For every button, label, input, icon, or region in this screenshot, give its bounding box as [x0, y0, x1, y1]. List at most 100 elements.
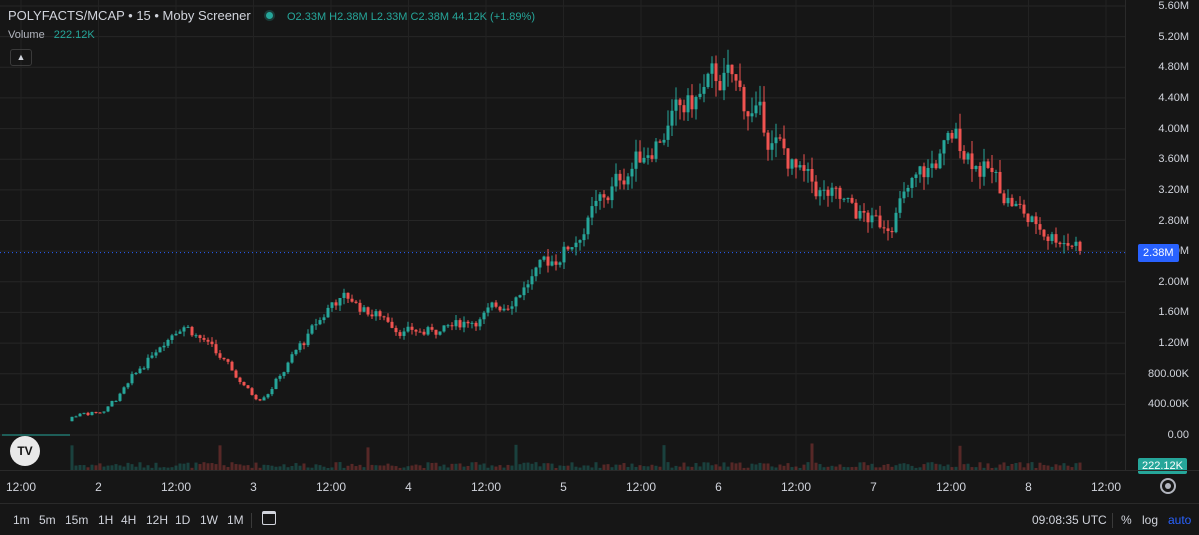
- candle: [266, 393, 270, 399]
- volume-bar: [702, 462, 706, 470]
- timeframe-button[interactable]: 12H: [146, 513, 168, 527]
- candle: [378, 309, 382, 320]
- timeframe-button[interactable]: 1D: [175, 513, 190, 527]
- utc-clock[interactable]: 09:08:35 UTC: [1032, 513, 1107, 527]
- candle: [82, 412, 86, 415]
- timeframe-button[interactable]: 5m: [39, 513, 56, 527]
- time-tick-label: 3: [250, 480, 257, 494]
- candle: [170, 333, 174, 344]
- volume-legend: Volume 222.12K: [8, 29, 95, 41]
- candle: [838, 185, 842, 209]
- candle: [754, 91, 758, 118]
- time-tick-label: 12:00: [315, 480, 347, 494]
- chart-pane[interactable]: POLYFACTS/MCAP • 15 • Moby Screener O2.3…: [0, 0, 1125, 470]
- candle: [910, 176, 914, 198]
- timeframe-button[interactable]: 4H: [121, 513, 136, 527]
- candle: [362, 304, 366, 313]
- candle: [778, 134, 782, 141]
- candle: [554, 254, 558, 271]
- candle: [722, 58, 726, 101]
- log-toggle[interactable]: log: [1142, 513, 1158, 527]
- timeframe-button[interactable]: 15m: [65, 513, 88, 527]
- candle: [422, 329, 426, 336]
- candle: [842, 197, 846, 203]
- candle: [734, 74, 738, 91]
- candle: [438, 331, 442, 336]
- candle: [202, 334, 206, 343]
- volume-label[interactable]: Volume: [8, 29, 45, 41]
- candle: [114, 400, 118, 403]
- gear-icon[interactable]: [1160, 478, 1176, 494]
- candle: [166, 338, 170, 348]
- candle: [970, 141, 974, 182]
- volume-bar: [858, 462, 862, 470]
- candle: [1006, 189, 1010, 207]
- candle: [286, 361, 290, 374]
- candle: [922, 162, 926, 190]
- candle: [658, 139, 662, 144]
- candle: [254, 394, 258, 401]
- candle: [230, 360, 234, 371]
- timeframe-button[interactable]: 1M: [227, 513, 244, 527]
- candle: [350, 294, 354, 303]
- percent-toggle[interactable]: %: [1121, 513, 1132, 527]
- candle: [122, 386, 126, 395]
- volume-bar: [722, 462, 726, 470]
- candle: [190, 325, 194, 337]
- volume-bar: [930, 462, 934, 470]
- candle: [726, 49, 730, 87]
- volume-bar: [978, 462, 982, 470]
- candle: [914, 172, 918, 188]
- tradingview-logo-icon[interactable]: TV: [10, 436, 40, 466]
- timeframe-button[interactable]: 1H: [98, 513, 113, 527]
- volume-bar: [666, 462, 670, 470]
- candle: [110, 400, 114, 407]
- close-value: 2.38M: [418, 11, 450, 23]
- calendar-range-icon[interactable]: [262, 511, 276, 525]
- volume-bar: [926, 462, 930, 470]
- candle: [370, 309, 374, 320]
- candle: [862, 203, 866, 222]
- candle: [786, 148, 790, 177]
- volume-bar: [662, 445, 666, 470]
- candle: [982, 148, 986, 186]
- timeframe-button[interactable]: 1m: [13, 513, 30, 527]
- candle: [250, 387, 254, 396]
- candle: [134, 372, 138, 376]
- candle: [606, 195, 610, 204]
- candle: [78, 413, 82, 417]
- candle: [626, 173, 630, 190]
- time-axis[interactable]: 12:00 2 12:00 3 12:00 4 12:00 5 12:00 6 12:00 7 12:0…: [0, 470, 1199, 503]
- candle: [614, 163, 618, 192]
- candle: [650, 148, 654, 163]
- volume-bar: [430, 462, 434, 470]
- candle: [974, 165, 978, 172]
- candle: [630, 162, 634, 189]
- candle: [1074, 236, 1078, 252]
- timeframe-button[interactable]: 1W: [200, 513, 218, 527]
- current-price-badge: 2.38M: [1138, 243, 1179, 262]
- candle: [218, 350, 222, 360]
- candle: [374, 308, 378, 321]
- price-scale[interactable]: 5.60M 5.20M 4.80M 4.40M 4.00M 3.60M 3.20M 2.80M…: [1125, 0, 1199, 474]
- volume-bar: [294, 463, 298, 470]
- candle: [882, 220, 886, 234]
- candle: [242, 381, 246, 387]
- candle: [386, 313, 390, 324]
- low-value: 2.33M: [376, 11, 408, 23]
- auto-toggle[interactable]: auto: [1168, 513, 1191, 527]
- candle: [294, 349, 298, 356]
- volume-bar: [786, 463, 790, 470]
- time-tick-label: 5: [560, 480, 567, 494]
- candle: [714, 55, 718, 97]
- chevron-up-icon[interactable]: ▲: [10, 49, 32, 66]
- candle: [802, 154, 806, 182]
- open-value: 2.33M: [295, 11, 327, 23]
- volume-bar: [902, 463, 906, 470]
- candle: [1034, 212, 1038, 234]
- candlestick-chart[interactable]: [0, 0, 1125, 470]
- price-tick-label: 1.60M: [1158, 306, 1189, 319]
- symbol-title[interactable]: POLYFACTS/MCAP • 15 • Moby Screener: [8, 8, 251, 23]
- candle: [138, 366, 142, 374]
- price-tick-label: 0.00: [1167, 429, 1189, 441]
